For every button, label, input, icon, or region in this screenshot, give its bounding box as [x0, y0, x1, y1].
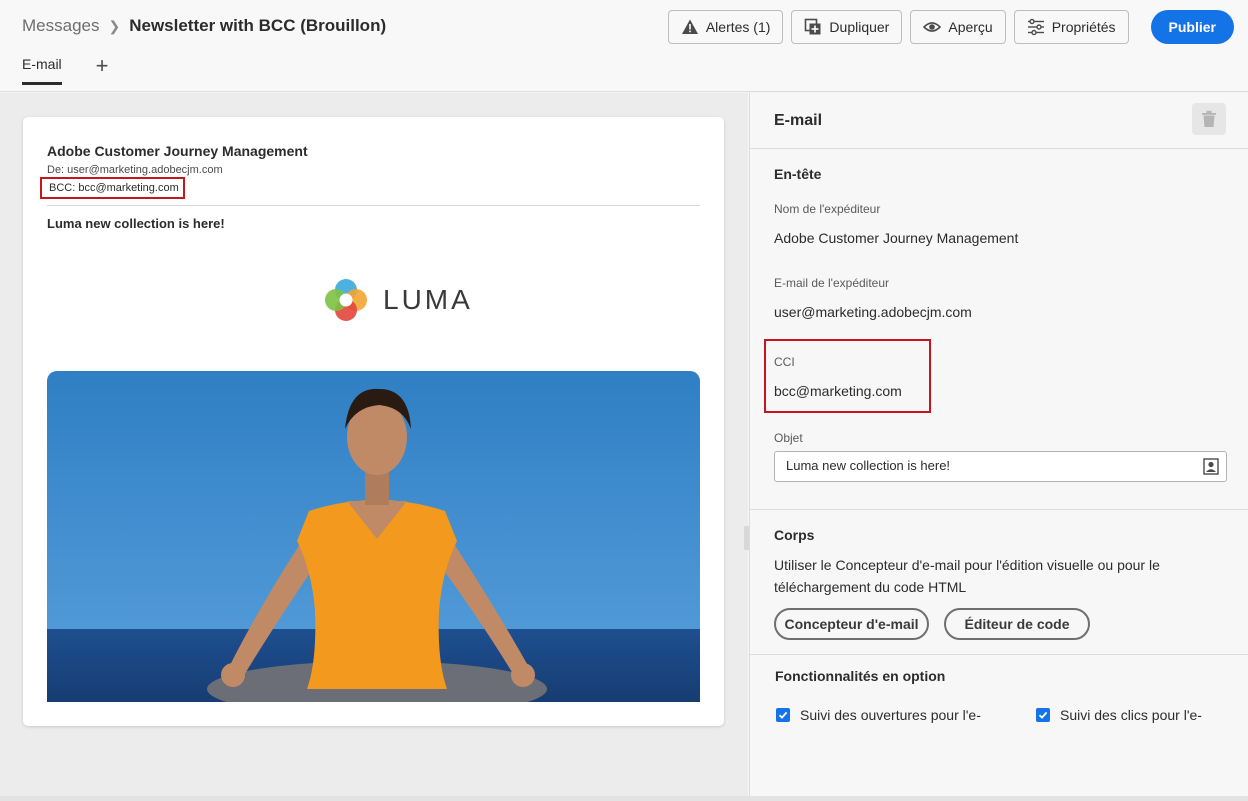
publish-button[interactable]: Publier: [1150, 10, 1234, 44]
section-divider: [750, 509, 1248, 510]
preview-subject: Luma new collection is here!: [47, 216, 225, 231]
email-designer-button[interactable]: Concepteur d'e-mail: [774, 608, 929, 640]
code-editor-button[interactable]: Éditeur de code: [944, 608, 1090, 640]
luma-logo-icon: [325, 279, 367, 321]
section-divider: [750, 148, 1248, 149]
sender-email-label: E-mail de l'expéditeur: [774, 276, 890, 290]
preview-label: Aperçu: [948, 19, 993, 35]
properties-title: E-mail: [774, 112, 823, 129]
cci-highlight-box: [764, 339, 931, 413]
duplicate-button[interactable]: Dupliquer: [791, 10, 903, 44]
section-divider: [750, 654, 1248, 655]
eye-icon: [923, 22, 942, 32]
chevron-right-icon: ❯: [108, 17, 121, 34]
email-preview-pane: Adobe Customer Journey Management De: us…: [0, 93, 752, 801]
opens-tracking-label: Suivi des ouvertures pour l'e-: [800, 707, 981, 723]
toolbar: Alertes (1) Dupliquer Aperçu Propriétés …: [667, 10, 1234, 44]
page-title: Newsletter with BCC (Brouillon): [129, 16, 387, 35]
alert-icon: [681, 19, 698, 34]
checkmark-icon: [778, 711, 788, 719]
preview-from-line: De: user@marketing.adobecjm.com: [47, 164, 223, 176]
preview-sender-name: Adobe Customer Journey Management: [47, 143, 308, 159]
luma-logo-text: LUMA: [383, 284, 473, 315]
properties-button[interactable]: Propriétés: [1013, 10, 1129, 44]
delete-button[interactable]: [1192, 103, 1226, 135]
sender-name-label: Nom de l'expéditeur: [774, 202, 881, 216]
checkmark-icon: [1038, 711, 1048, 719]
cci-label: CCI: [774, 355, 795, 369]
breadcrumb-messages-link[interactable]: Messages: [22, 16, 99, 36]
subject-input[interactable]: Luma new collection is here!: [774, 451, 1227, 482]
email-preview-card: Adobe Customer Journey Management De: us…: [23, 117, 724, 726]
cci-value[interactable]: bcc@marketing.com: [774, 383, 902, 399]
alerts-button[interactable]: Alertes (1): [667, 10, 784, 44]
preview-divider: [47, 205, 700, 206]
duplicate-label: Dupliquer: [829, 19, 890, 35]
breadcrumb: Messages ❯ Newsletter with BCC (Brouillo…: [22, 16, 386, 36]
preview-bcc-line: BCC: bcc@marketing.com: [40, 177, 185, 199]
bottom-edge: [0, 796, 1248, 801]
checkbox-checked[interactable]: [776, 708, 790, 722]
sender-email-value[interactable]: user@marketing.adobecjm.com: [774, 304, 972, 320]
luma-logo: LUMA: [323, 277, 473, 323]
clicks-tracking-label: Suivi des clics pour l'e-: [1060, 707, 1202, 723]
subject-input-value: Luma new collection is here!: [786, 458, 951, 473]
checkbox-checked[interactable]: [1036, 708, 1050, 722]
opens-tracking-checkbox[interactable]: Suivi des ouvertures pour l'e-: [776, 707, 981, 723]
hero-image: [47, 371, 700, 702]
clicks-tracking-checkbox[interactable]: Suivi des clics pour l'e-: [1036, 707, 1202, 723]
properties-label: Propriétés: [1051, 19, 1116, 35]
personalize-icon[interactable]: [1203, 458, 1219, 475]
trash-icon: [1202, 110, 1216, 127]
tab-email[interactable]: E-mail: [22, 56, 62, 85]
preview-button[interactable]: Aperçu: [910, 10, 1006, 44]
add-tab-button[interactable]: +: [96, 54, 109, 76]
duplicate-icon: [805, 18, 821, 35]
body-section-title: Corps: [774, 527, 815, 543]
alerts-label: Alertes (1): [705, 19, 771, 35]
properties-panel: E-mail En-tête Nom de l'expéditeur Adobe…: [749, 93, 1248, 801]
sender-name-value[interactable]: Adobe Customer Journey Management: [774, 230, 1018, 246]
tab-bar: E-mail +: [22, 54, 109, 85]
optional-features-title: Fonctionnalités en option: [775, 668, 946, 684]
header-section-title: En-tête: [774, 166, 822, 182]
sliders-icon: [1027, 18, 1044, 36]
body-description: Utiliser le Concepteur d'e-mail pour l'é…: [774, 557, 1160, 595]
subject-label: Objet: [774, 431, 803, 445]
top-bar: Messages ❯ Newsletter with BCC (Brouillo…: [0, 0, 1248, 92]
